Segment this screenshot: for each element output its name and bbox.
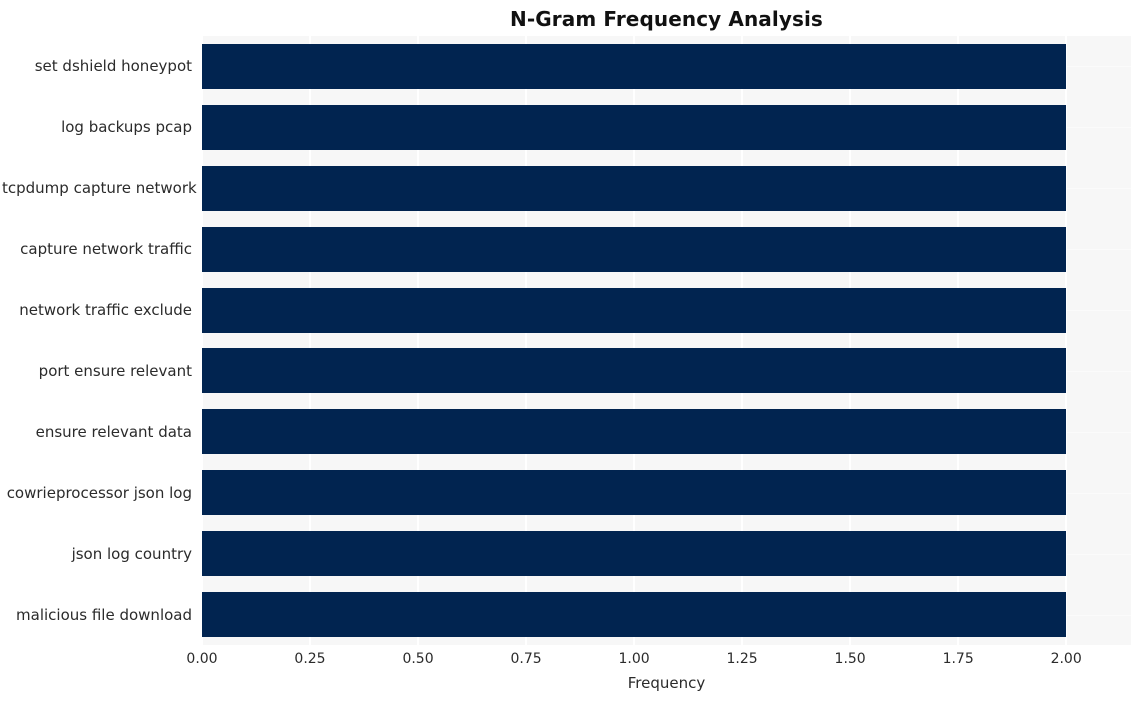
x-axis-tick-label: 2.00 (1050, 651, 1082, 667)
bar (202, 287, 1067, 333)
y-axis-tick-label: log backups pcap (61, 118, 192, 137)
y-axis-tick-label: malicious file download (16, 605, 192, 624)
y-axis-tick-label: ensure relevant data (35, 422, 192, 441)
x-axis-tick-label: 1.25 (726, 651, 758, 667)
x-axis-tick-label: 0.75 (510, 651, 542, 667)
x-axis-tick-label: 0.50 (402, 651, 434, 667)
x-axis-tick-label: 1.75 (942, 651, 974, 667)
y-axis-tick-labels: set dshield honeypot log backups pcap tcpd… (0, 36, 197, 645)
y-axis-tick-label: network traffic exclude (19, 301, 192, 320)
x-axis-label: Frequency (627, 674, 706, 692)
y-axis-tick-label: cowrieprocessor json log (6, 483, 192, 502)
chart-title: N-Gram Frequency Analysis (510, 7, 823, 31)
bar (202, 592, 1067, 638)
y-axis-tick-label: set dshield honeypot (34, 57, 192, 76)
bar (202, 43, 1067, 89)
chart-figure: N-Gram Frequency Analysis set dshield ho… (0, 0, 1141, 701)
bar (202, 348, 1067, 394)
plot-area (202, 36, 1131, 645)
bar (202, 531, 1067, 577)
bar (202, 104, 1067, 150)
y-axis-tick-label: tcpdump capture network (2, 179, 197, 198)
bar (202, 165, 1067, 211)
x-axis-tick-label: 0.00 (186, 651, 218, 667)
bar (202, 409, 1067, 455)
y-axis-tick-label: port ensure relevant (38, 361, 192, 380)
bar (202, 470, 1067, 516)
x-axis-tick-label: 0.25 (294, 651, 326, 667)
x-axis-tick-labels: 0.00 0.25 0.50 0.75 1.00 1.25 1.50 1.75 2.00 (0, 650, 1141, 672)
y-axis-tick-label: capture network traffic (20, 240, 192, 259)
y-axis-tick-label: json log country (71, 544, 192, 563)
x-axis-tick-label: 1.00 (618, 651, 650, 667)
x-axis-tick-label: 1.50 (834, 651, 866, 667)
bar (202, 226, 1067, 272)
